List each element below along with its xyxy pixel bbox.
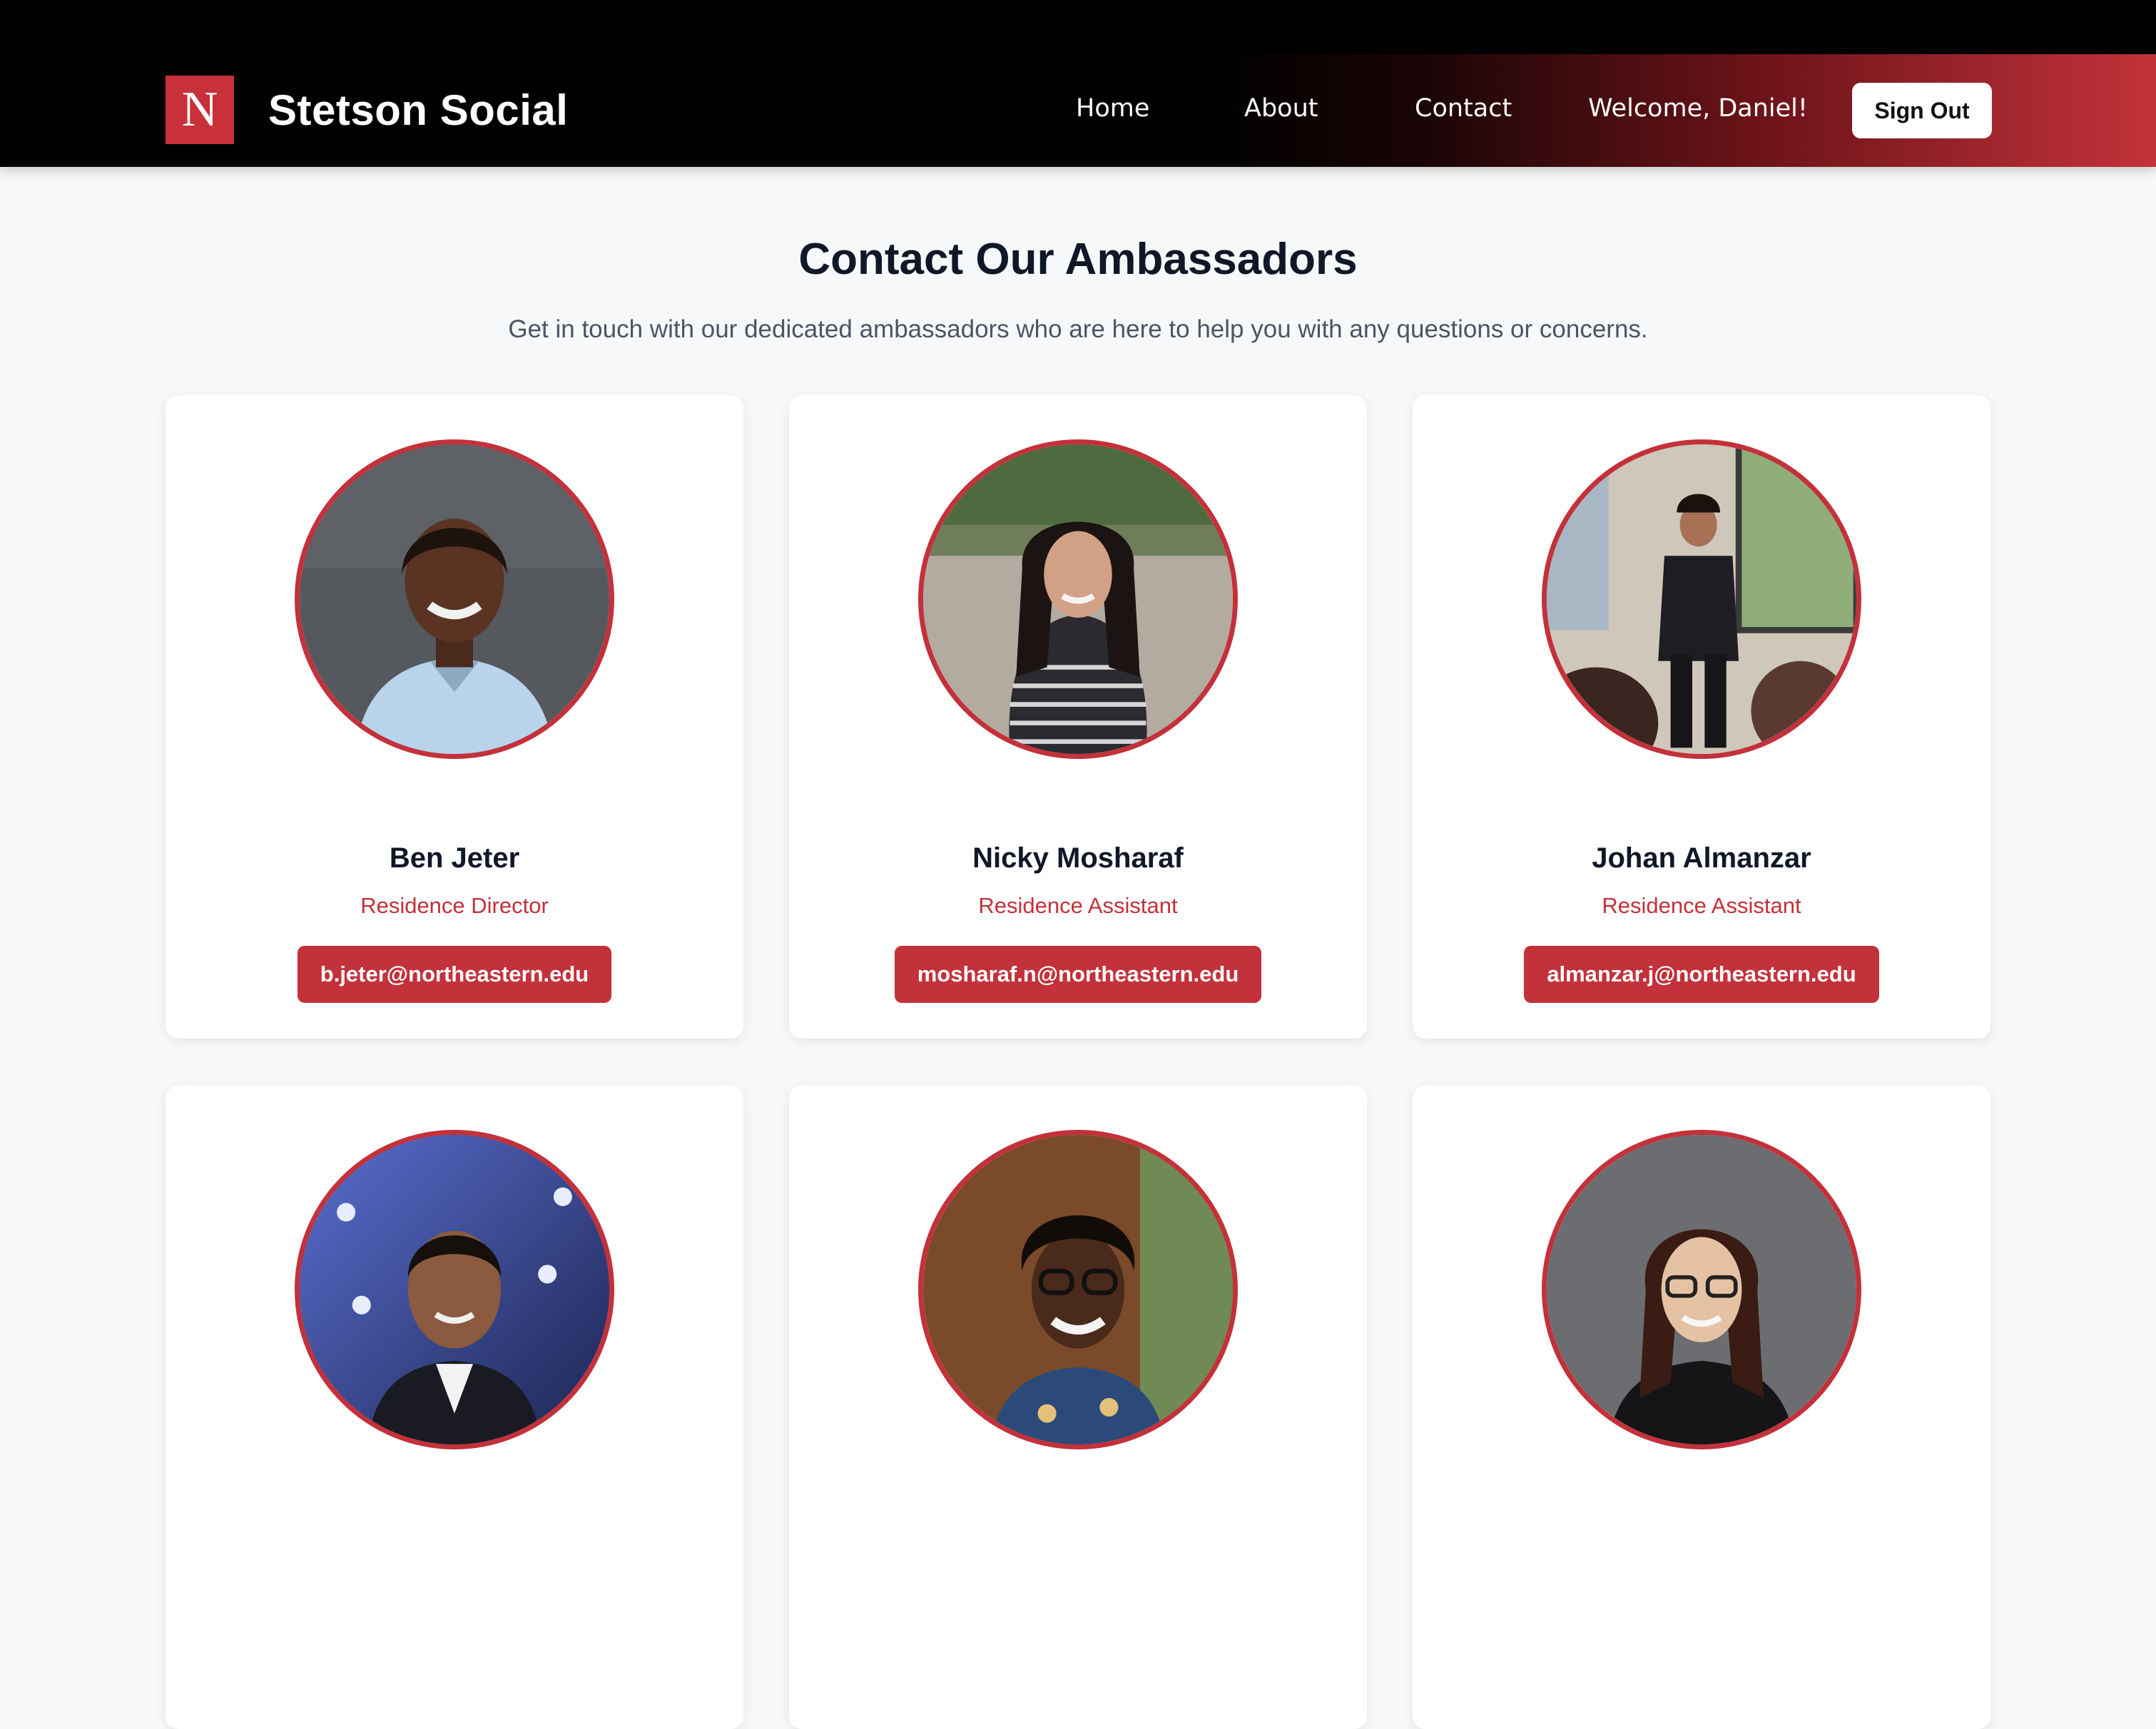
- ambassador-card: Ben Jeter Residence Director b.jeter@nor…: [166, 395, 743, 1039]
- ambassador-photo: [918, 439, 1238, 759]
- ambassador-photo: [918, 1130, 1238, 1449]
- ambassador-card: [789, 1086, 1367, 1729]
- ambassador-name: Ben Jeter: [389, 842, 520, 874]
- ambassador-name: Nicky Mosharaf: [972, 842, 1184, 874]
- ambassador-card: Nicky Mosharaf Residence Assistant mosha…: [789, 395, 1367, 1039]
- ambassador-card: Johan Almanzar Residence Assistant alman…: [1413, 395, 1990, 1039]
- top-strip: [0, 0, 2156, 54]
- ambassador-role: Residence Director: [360, 893, 549, 918]
- logo[interactable]: N: [166, 76, 234, 144]
- ambassador-email-button[interactable]: almanzar.j@northeastern.edu: [1524, 946, 1879, 1003]
- sign-out-button[interactable]: Sign Out: [1852, 83, 1992, 138]
- navbar: N Stetson Social Home About Contact Welc…: [0, 54, 2156, 167]
- ambassador-email-button[interactable]: mosharaf.n@northeastern.edu: [894, 946, 1262, 1003]
- ambassador-photo: [1542, 439, 1861, 759]
- ambassador-card: [1413, 1086, 1990, 1729]
- ambassador-photo: [1542, 1130, 1861, 1449]
- ambassador-role: Residence Assistant: [978, 893, 1178, 918]
- ambassador-role: Residence Assistant: [1602, 893, 1801, 918]
- page-subtitle: Get in touch with our dedicated ambassad…: [508, 315, 1648, 343]
- nav-link-home[interactable]: Home: [1076, 93, 1149, 124]
- ambassador-card: [166, 1086, 743, 1729]
- ambassador-photo: [295, 439, 614, 759]
- welcome-message: Welcome, Daniel!: [1588, 94, 1808, 123]
- ambassador-name: Johan Almanzar: [1592, 842, 1811, 874]
- logo-letter: N: [181, 82, 218, 137]
- nav-link-contact[interactable]: Contact: [1415, 93, 1512, 124]
- brand-name[interactable]: Stetson Social: [268, 86, 568, 136]
- nav-link-about[interactable]: About: [1244, 93, 1318, 124]
- ambassador-photo: [295, 1130, 614, 1449]
- page-title: Contact Our Ambassadors: [798, 235, 1358, 284]
- ambassador-email-button[interactable]: b.jeter@northeastern.edu: [297, 946, 612, 1003]
